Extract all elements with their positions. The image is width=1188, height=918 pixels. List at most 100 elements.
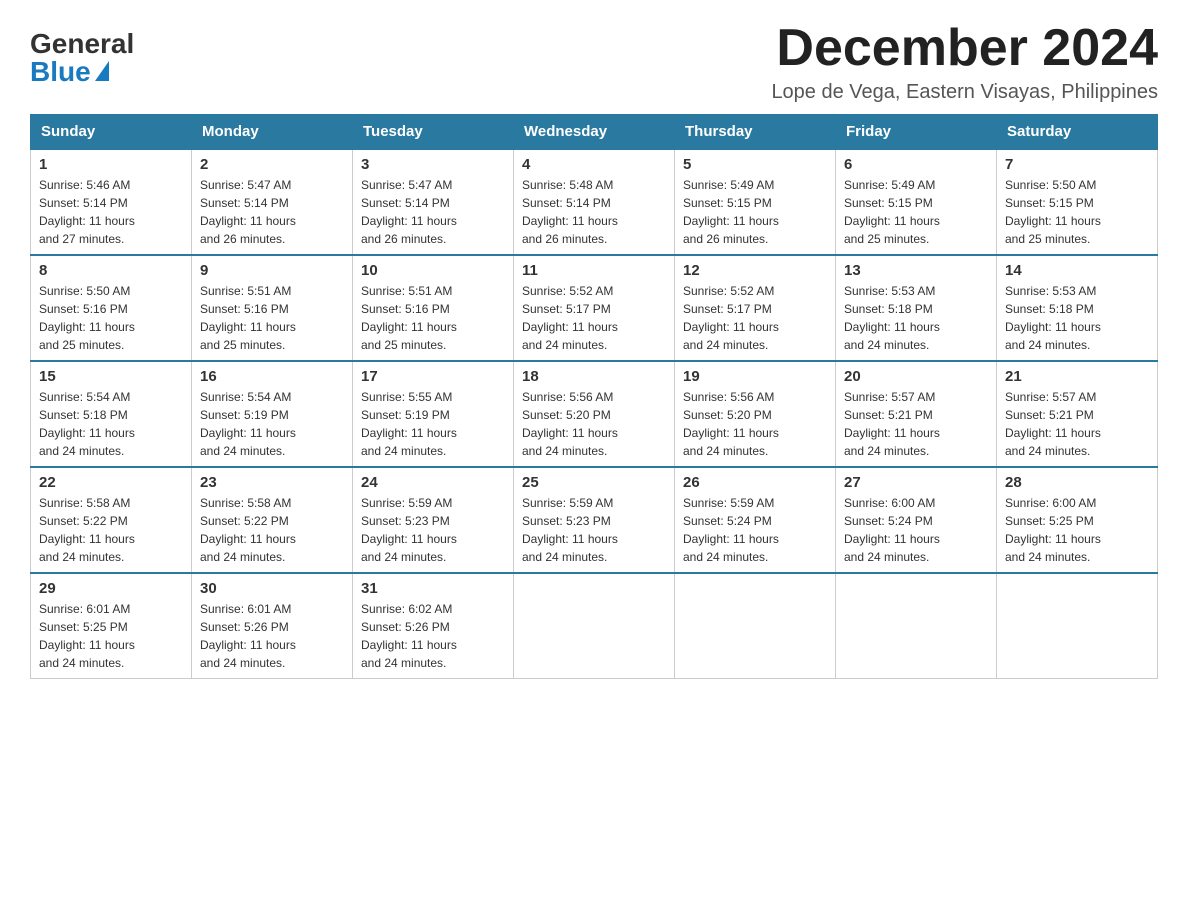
day-number: 26 xyxy=(683,474,827,491)
day-number: 31 xyxy=(361,580,505,597)
day-of-week-header: Tuesday xyxy=(353,115,514,150)
logo-general-text: General xyxy=(30,30,134,58)
calendar-cell: 12Sunrise: 5:52 AMSunset: 5:17 PMDayligh… xyxy=(675,255,836,361)
calendar-cell: 3 Sunrise: 5:47 AMSunset: 5:14 PMDaylight… xyxy=(353,149,514,255)
day-number: 23 xyxy=(200,474,344,491)
day-info: Sunrise: 5:55 AMSunset: 5:19 PMDaylight:… xyxy=(361,388,505,460)
day-number: 20 xyxy=(844,368,988,385)
day-of-week-header: Friday xyxy=(836,115,997,150)
calendar-cell: 6Sunrise: 5:49 AMSunset: 5:15 PMDaylight… xyxy=(836,149,997,255)
calendar-cell: 30Sunrise: 6:01 AMSunset: 5:26 PMDayligh… xyxy=(192,573,353,679)
calendar-table: SundayMondayTuesdayWednesdayThursdayFrid… xyxy=(30,114,1158,679)
calendar-cell: 31 Sunrise: 6:02 AMSunset: 5:26 PMDayligh… xyxy=(353,573,514,679)
day-info: Sunrise: 5:48 AMSunset: 5:14 PMDaylight:… xyxy=(522,176,666,248)
calendar-cell: 27Sunrise: 6:00 AMSunset: 5:24 PMDayligh… xyxy=(836,467,997,573)
day-number: 21 xyxy=(1005,368,1149,385)
calendar-cell: 13 Sunrise: 5:53 AMSunset: 5:18 PMDayligh… xyxy=(836,255,997,361)
calendar-header-row: SundayMondayTuesdayWednesdayThursdayFrid… xyxy=(31,115,1158,150)
month-title: December 2024 xyxy=(771,20,1158,77)
day-number: 8 xyxy=(39,262,183,279)
day-info: Sunrise: 5:56 AMSunset: 5:20 PMDaylight:… xyxy=(683,388,827,460)
day-number: 28 xyxy=(1005,474,1149,491)
day-of-week-header: Monday xyxy=(192,115,353,150)
day-number: 10 xyxy=(361,262,505,279)
day-number: 12 xyxy=(683,262,827,279)
day-info: Sunrise: 5:46 AMSunset: 5:14 PMDaylight:… xyxy=(39,176,183,248)
day-info: Sunrise: 6:00 AMSunset: 5:25 PMDaylight:… xyxy=(1005,494,1149,566)
day-info: Sunrise: 5:59 AMSunset: 5:23 PMDaylight:… xyxy=(361,494,505,566)
calendar-cell: 28 Sunrise: 6:00 AMSunset: 5:25 PMDayligh… xyxy=(997,467,1158,573)
day-number: 5 xyxy=(683,156,827,173)
logo-triangle-icon xyxy=(95,61,109,81)
location-subtitle: Lope de Vega, Eastern Visayas, Philippin… xyxy=(771,81,1158,104)
day-number: 29 xyxy=(39,580,183,597)
logo-blue-text: Blue xyxy=(30,58,109,86)
day-number: 25 xyxy=(522,474,666,491)
calendar-cell: 15 Sunrise: 5:54 AMSunset: 5:18 PMDayligh… xyxy=(31,361,192,467)
title-block: December 2024 Lope de Vega, Eastern Visa… xyxy=(771,20,1158,104)
calendar-cell: 2Sunrise: 5:47 AMSunset: 5:14 PMDaylight… xyxy=(192,149,353,255)
calendar-week-row: 22 Sunrise: 5:58 AMSunset: 5:22 PMDayligh… xyxy=(31,467,1158,573)
day-number: 22 xyxy=(39,474,183,491)
day-number: 11 xyxy=(522,262,666,279)
day-info: Sunrise: 5:57 AMSunset: 5:21 PMDaylight:… xyxy=(1005,388,1149,460)
calendar-cell: 16 Sunrise: 5:54 AMSunset: 5:19 PMDayligh… xyxy=(192,361,353,467)
day-number: 17 xyxy=(361,368,505,385)
calendar-cell: 9Sunrise: 5:51 AMSunset: 5:16 PMDaylight… xyxy=(192,255,353,361)
day-info: Sunrise: 5:49 AMSunset: 5:15 PMDaylight:… xyxy=(844,176,988,248)
day-info: Sunrise: 6:01 AMSunset: 5:25 PMDaylight:… xyxy=(39,600,183,672)
day-info: Sunrise: 5:53 AMSunset: 5:18 PMDaylight:… xyxy=(1005,282,1149,354)
day-info: Sunrise: 5:53 AMSunset: 5:18 PMDaylight:… xyxy=(844,282,988,354)
day-of-week-header: Wednesday xyxy=(514,115,675,150)
calendar-cell: 24 Sunrise: 5:59 AMSunset: 5:23 PMDayligh… xyxy=(353,467,514,573)
logo: General Blue xyxy=(30,30,134,86)
day-info: Sunrise: 5:58 AMSunset: 5:22 PMDaylight:… xyxy=(200,494,344,566)
day-info: Sunrise: 5:51 AMSunset: 5:16 PMDaylight:… xyxy=(200,282,344,354)
calendar-cell xyxy=(997,573,1158,679)
day-info: Sunrise: 5:56 AMSunset: 5:20 PMDaylight:… xyxy=(522,388,666,460)
calendar-week-row: 1 Sunrise: 5:46 AMSunset: 5:14 PMDaylight… xyxy=(31,149,1158,255)
day-info: Sunrise: 5:54 AMSunset: 5:19 PMDaylight:… xyxy=(200,388,344,460)
calendar-cell: 19 Sunrise: 5:56 AMSunset: 5:20 PMDayligh… xyxy=(675,361,836,467)
calendar-cell: 11 Sunrise: 5:52 AMSunset: 5:17 PMDayligh… xyxy=(514,255,675,361)
day-info: Sunrise: 5:52 AMSunset: 5:17 PMDaylight:… xyxy=(522,282,666,354)
calendar-cell: 22Sunrise: 5:58 AMSunset: 5:22 PMDayligh… xyxy=(31,467,192,573)
day-number: 30 xyxy=(200,580,344,597)
day-info: Sunrise: 5:57 AMSunset: 5:21 PMDaylight:… xyxy=(844,388,988,460)
day-of-week-header: Sunday xyxy=(31,115,192,150)
day-number: 14 xyxy=(1005,262,1149,279)
calendar-cell: 21 Sunrise: 5:57 AMSunset: 5:21 PMDayligh… xyxy=(997,361,1158,467)
calendar-cell: 10Sunrise: 5:51 AMSunset: 5:16 PMDayligh… xyxy=(353,255,514,361)
day-number: 18 xyxy=(522,368,666,385)
calendar-cell: 20 Sunrise: 5:57 AMSunset: 5:21 PMDayligh… xyxy=(836,361,997,467)
day-info: Sunrise: 5:59 AMSunset: 5:23 PMDaylight:… xyxy=(522,494,666,566)
day-number: 4 xyxy=(522,156,666,173)
day-info: Sunrise: 6:00 AMSunset: 5:24 PMDaylight:… xyxy=(844,494,988,566)
calendar-cell: 17 Sunrise: 5:55 AMSunset: 5:19 PMDayligh… xyxy=(353,361,514,467)
calendar-cell xyxy=(675,573,836,679)
day-info: Sunrise: 5:49 AMSunset: 5:15 PMDaylight:… xyxy=(683,176,827,248)
calendar-cell: 7Sunrise: 5:50 AMSunset: 5:15 PMDaylight… xyxy=(997,149,1158,255)
day-of-week-header: Thursday xyxy=(675,115,836,150)
day-info: Sunrise: 6:02 AMSunset: 5:26 PMDaylight:… xyxy=(361,600,505,672)
calendar-cell: 29 Sunrise: 6:01 AMSunset: 5:25 PMDayligh… xyxy=(31,573,192,679)
day-number: 13 xyxy=(844,262,988,279)
day-info: Sunrise: 5:50 AMSunset: 5:16 PMDaylight:… xyxy=(39,282,183,354)
day-number: 16 xyxy=(200,368,344,385)
calendar-cell: 5 Sunrise: 5:49 AMSunset: 5:15 PMDaylight… xyxy=(675,149,836,255)
calendar-cell: 18 Sunrise: 5:56 AMSunset: 5:20 PMDayligh… xyxy=(514,361,675,467)
calendar-week-row: 15 Sunrise: 5:54 AMSunset: 5:18 PMDayligh… xyxy=(31,361,1158,467)
day-number: 19 xyxy=(683,368,827,385)
day-number: 15 xyxy=(39,368,183,385)
day-info: Sunrise: 5:59 AMSunset: 5:24 PMDaylight:… xyxy=(683,494,827,566)
day-number: 3 xyxy=(361,156,505,173)
day-number: 24 xyxy=(361,474,505,491)
day-info: Sunrise: 5:47 AMSunset: 5:14 PMDaylight:… xyxy=(361,176,505,248)
day-of-week-header: Saturday xyxy=(997,115,1158,150)
header: General Blue December 2024 Lope de Vega,… xyxy=(30,20,1158,104)
calendar-cell: 4 Sunrise: 5:48 AMSunset: 5:14 PMDaylight… xyxy=(514,149,675,255)
day-info: Sunrise: 5:47 AMSunset: 5:14 PMDaylight:… xyxy=(200,176,344,248)
day-number: 1 xyxy=(39,156,183,173)
calendar-cell: 14 Sunrise: 5:53 AMSunset: 5:18 PMDayligh… xyxy=(997,255,1158,361)
day-info: Sunrise: 5:54 AMSunset: 5:18 PMDaylight:… xyxy=(39,388,183,460)
